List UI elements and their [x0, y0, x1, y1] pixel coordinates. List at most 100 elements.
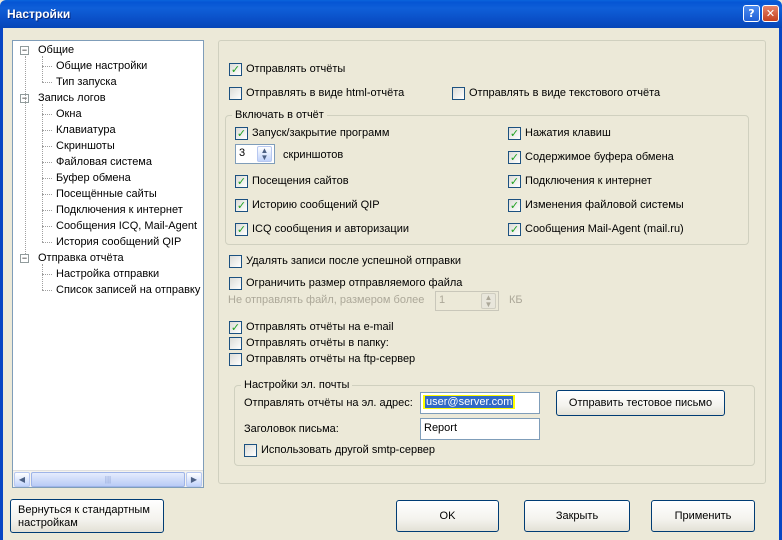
tree-item-label: Список записей на отправку: [56, 284, 201, 296]
tree-connector: [42, 104, 43, 242]
tree-item[interactable]: Настройка отправки: [56, 266, 159, 282]
checkbox-label: Удалять записи после успешной отправки: [246, 255, 462, 267]
checkbox-box[interactable]: ✓: [508, 175, 521, 188]
tree-item-label: История сообщений QIP: [56, 236, 182, 248]
reset-button-line: Вернуться к стандартным: [18, 504, 150, 516]
spinner-arrows-icon[interactable]: ▲ ▼: [481, 293, 496, 309]
title-bar: Настройки ? ✕: [0, 0, 782, 28]
apply-button[interactable]: Применить: [651, 500, 755, 532]
tree-item-label: Общие: [38, 44, 75, 56]
email-address-label: Отправлять отчёты на эл. адрес:: [244, 397, 413, 409]
checkbox-label: Отправлять отчёты в папку:: [246, 337, 389, 349]
settings-tree[interactable]: ◀ ||| ▶ − Общие Общие настройки Тип запуска…: [12, 40, 204, 488]
tree-item[interactable]: Скриншоты: [56, 138, 115, 154]
tree-item[interactable]: Список записей на отправку: [56, 282, 200, 298]
tree-item[interactable]: Буфер обмена: [56, 170, 131, 186]
tree-connector: [42, 290, 52, 291]
checkbox-box[interactable]: ✓: [229, 321, 242, 334]
email-address-selection: user@server.com: [423, 395, 516, 409]
email-address-value: user@server.com: [425, 396, 514, 408]
tree-connector: [42, 130, 52, 131]
max-size-value: 1: [439, 294, 446, 306]
tree-item-label: Тип запуска: [56, 76, 117, 88]
tree-item[interactable]: Файловая система: [56, 154, 152, 170]
tree-item[interactable]: Посещённые сайты: [56, 186, 157, 202]
checkbox-box[interactable]: ✓: [508, 127, 521, 140]
tree-item[interactable]: История сообщений QIP: [56, 234, 181, 250]
checkbox-box[interactable]: [452, 87, 465, 100]
close-button[interactable]: Закрыть: [524, 500, 630, 532]
tree-item-label: Отправка отчёта: [38, 252, 124, 264]
checkbox-box[interactable]: ✓: [235, 175, 248, 188]
checkbox-box[interactable]: [244, 444, 257, 457]
checkbox-box[interactable]: ✓: [235, 199, 248, 212]
ok-button[interactable]: OK: [396, 500, 499, 532]
tree-item[interactable]: Тип запуска: [56, 74, 117, 90]
scroll-left-arrow-icon[interactable]: ◀: [14, 472, 30, 487]
tree-connector: [42, 56, 43, 82]
reset-defaults-button[interactable]: Вернуться к стандартным настройкам: [10, 499, 164, 533]
checkbox-label: Отправлять в виде html-отчёта: [246, 87, 405, 99]
email-settings-legend: Настройки эл. почты: [241, 379, 353, 391]
tree-item[interactable]: Клавиатура: [56, 122, 116, 138]
checkbox-label: Отправлять в виде текстового отчёта: [469, 87, 661, 99]
tree-item-label: Окна: [56, 108, 82, 120]
checkbox-box[interactable]: ✓: [235, 127, 248, 140]
tree-connector: [42, 178, 52, 179]
screenshots-label: скриншотов: [283, 149, 344, 161]
screenshots-count-spinner[interactable]: 3 ▲ ▼: [235, 144, 275, 164]
checkbox-label: Сообщения Mail-Agent (mail.ru): [525, 223, 684, 235]
tree-item-label: Файловая система: [56, 156, 152, 168]
tree-item-label: Общие настройки: [56, 60, 148, 72]
email-settings-groupbox: Настройки эл. почты Отправлять отчёты на…: [234, 379, 755, 466]
checkbox-box[interactable]: ✓: [229, 63, 242, 76]
checkbox-label: Подключения к интернет: [525, 175, 652, 187]
checkbox-label: Отправлять отчёты: [246, 63, 346, 75]
tree-item[interactable]: Общие настройки: [56, 58, 147, 74]
checkbox-box[interactable]: [229, 87, 242, 100]
send-test-email-button[interactable]: Отправить тестовое письмо: [556, 390, 725, 416]
scroll-right-arrow-icon[interactable]: ▶: [186, 472, 202, 487]
tree-connector: [25, 56, 26, 254]
checkbox-label: Посещения сайтов: [252, 175, 349, 187]
tree-item[interactable]: Сообщения ICQ, Mail-Agent: [56, 218, 197, 234]
checkbox-box[interactable]: ✓: [508, 223, 521, 236]
tree-connector: [42, 226, 52, 227]
tree-item[interactable]: Окна: [56, 106, 82, 122]
scroll-thumb[interactable]: |||: [31, 472, 185, 487]
checkbox-label: Нажатия клавиш: [525, 127, 611, 139]
tree-item-label: Сообщения ICQ, Mail-Agent: [56, 220, 198, 232]
email-subject-field[interactable]: Report: [420, 418, 540, 440]
email-address-field[interactable]: user@server.com: [420, 392, 540, 414]
checkbox-box[interactable]: ✓: [508, 151, 521, 164]
checkbox-label: Запуск/закрытие программ: [252, 127, 390, 139]
help-button[interactable]: ?: [743, 5, 760, 22]
tree-horizontal-scrollbar[interactable]: ◀ ||| ▶: [13, 470, 203, 487]
screenshots-count-value: 3: [239, 147, 246, 159]
tree-item[interactable]: Подключения к интернет: [56, 202, 183, 218]
tree-item-label: Буфер обмена: [56, 172, 131, 184]
tree-connector: [42, 66, 52, 67]
checkbox-box[interactable]: [229, 353, 242, 366]
tree-connector: [42, 242, 52, 243]
checkbox-box[interactable]: ✓: [508, 199, 521, 212]
checkbox-box[interactable]: [229, 277, 242, 290]
checkbox-label: Изменения файловой системы: [525, 199, 684, 211]
checkbox-label: Ограничить размер отправляемого файла: [246, 277, 463, 289]
checkbox-box[interactable]: ✓: [235, 223, 248, 236]
close-window-button[interactable]: ✕: [762, 5, 779, 22]
collapse-icon[interactable]: −: [20, 46, 29, 55]
tree-item-label: Посещённые сайты: [56, 188, 157, 200]
checkbox-label: Отправлять отчёты на e-mail: [246, 321, 394, 333]
checkbox-label: Отправлять отчёты на ftp-сервер: [246, 353, 416, 365]
spinner-arrows-icon[interactable]: ▲ ▼: [257, 146, 272, 162]
send-settings-panel: ✓ Отправлять отчёты Отправлять в виде ht…: [218, 40, 766, 484]
max-size-spinner[interactable]: 1 ▲ ▼: [435, 291, 499, 311]
checkbox-box[interactable]: [229, 255, 242, 268]
checkbox-label: Историю сообщений QIP: [252, 199, 380, 211]
email-subject-value: Report: [424, 422, 458, 434]
collapse-icon[interactable]: −: [20, 254, 29, 263]
checkbox-label: ICQ сообщения и авторизации: [252, 223, 410, 235]
tree-connector: [42, 114, 52, 115]
checkbox-box[interactable]: [229, 337, 242, 350]
